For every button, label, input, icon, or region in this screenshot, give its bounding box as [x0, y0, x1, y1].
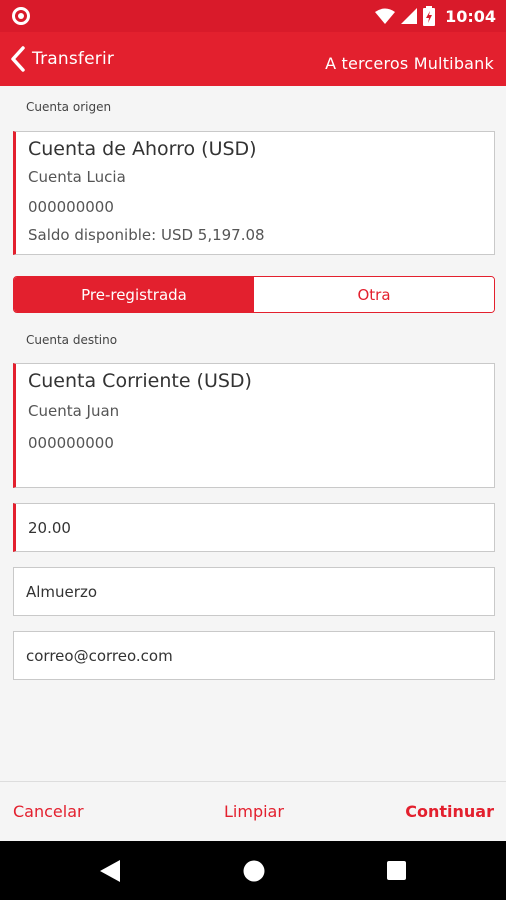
origin-account-type: Cuenta de Ahorro (USD): [28, 138, 257, 160]
nav-back-icon[interactable]: [100, 860, 120, 882]
destination-account-type: Cuenta Corriente (USD): [28, 370, 252, 392]
clear-button[interactable]: Limpiar: [224, 802, 284, 821]
wifi-icon: [375, 8, 396, 24]
destination-account-card[interactable]: Cuenta Corriente (USD) Cuenta Juan 00000…: [13, 363, 495, 488]
origin-account-name: Cuenta Lucia: [28, 168, 126, 186]
nav-home-icon[interactable]: [243, 860, 265, 882]
destination-section-label: Cuenta destino: [26, 333, 118, 347]
status-icons: 10:04: [375, 5, 496, 27]
amount-input[interactable]: 20.00: [13, 503, 495, 552]
action-bar: Cancelar Limpiar Continuar: [0, 781, 506, 841]
destination-account-name: Cuenta Juan: [28, 402, 120, 420]
status-bar: 10:04: [0, 0, 506, 32]
back-button[interactable]: Transferir: [10, 44, 114, 74]
tab-otra[interactable]: Otra: [254, 277, 494, 312]
email-input[interactable]: correo@correo.com: [13, 631, 495, 680]
origin-balance: Saldo disponible: USD 5,197.08: [28, 226, 265, 244]
cancel-button[interactable]: Cancelar: [13, 802, 84, 821]
status-time: 10:04: [445, 6, 496, 26]
origin-section-label: Cuenta origen: [26, 100, 112, 114]
origin-account-number: 000000000: [28, 198, 114, 216]
signal-icon: [401, 8, 418, 24]
app-bar: Transferir A terceros Multibank: [0, 32, 506, 86]
nav-recents-icon[interactable]: [387, 861, 406, 880]
chevron-left-icon: [11, 46, 25, 72]
tab-pre-registrada[interactable]: Pre-registrada: [14, 277, 254, 312]
back-label: Transferir: [32, 49, 115, 69]
page-title: A terceros Multibank: [325, 54, 494, 73]
description-input[interactable]: Almuerzo: [13, 567, 495, 616]
account-type-toggle: Pre-registrada Otra: [13, 276, 495, 313]
origin-account-card[interactable]: Cuenta de Ahorro (USD) Cuenta Lucia 0000…: [13, 131, 495, 255]
system-nav-bar: [0, 841, 506, 900]
continue-button[interactable]: Continuar: [405, 802, 494, 821]
battery-icon: [423, 6, 436, 26]
destination-account-number: 000000000: [28, 434, 114, 452]
notification-icon: [12, 7, 30, 25]
